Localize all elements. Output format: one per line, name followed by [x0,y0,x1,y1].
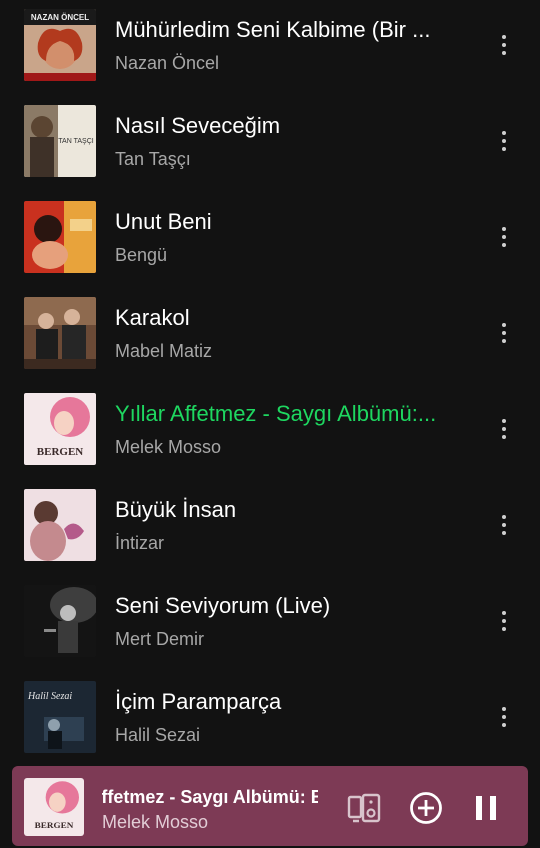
devices-icon[interactable] [346,788,386,828]
track-title: Unut Beni [115,209,212,234]
album-cover [24,201,96,273]
more-options-icon[interactable] [488,600,520,642]
track-artist: Halil Sezai [115,725,201,745]
more-options-icon[interactable] [488,24,520,66]
more-options-icon[interactable] [488,504,520,546]
pause-icon[interactable] [466,788,506,828]
svg-text:BERGEN: BERGEN [37,446,84,458]
track-artist: Melek Mosso [115,437,222,457]
album-cover [24,585,96,657]
track-row[interactable]: Unut Beni Bengü [0,192,540,288]
album-cover: NAZAN ÖNCEL [24,9,96,81]
track-artist: Nazan Öncel [115,53,220,73]
album-cover: BERGEN [24,393,96,465]
now-playing-cover: BERGEN [24,778,84,836]
more-options-icon[interactable] [488,312,520,354]
album-cover [24,489,96,561]
now-playing-title: Yıllar Affetmez - Saygı Albümü: Bergen [102,787,318,807]
track-title: Yıllar Affetmez - Saygı Albümü:... [115,401,437,426]
more-options-icon[interactable] [488,696,520,738]
more-options-icon[interactable] [488,120,520,162]
track-artist: Mabel Matiz [115,341,213,361]
track-artist: Bengü [115,245,168,265]
svg-text:TAN TAŞÇI: TAN TAŞÇI [58,138,93,145]
more-options-icon[interactable] [488,216,520,258]
track-row[interactable]: TAN TAŞÇI Nasıl Seveceğim Tan Taşçı [0,96,540,192]
track-row[interactable]: NAZAN ÖNCEL Mühürledim Seni Kalbime (Bir… [0,0,540,96]
track-artist: Tan Taşçı [115,149,191,169]
track-title: Karakol [115,305,190,330]
track-title: Büyük İnsan [115,497,237,522]
track-row[interactable]: BERGEN Yıllar Affetmez - Saygı Albümü:..… [0,384,540,480]
more-options-icon[interactable] [488,408,520,450]
album-cover [24,297,96,369]
now-playing-artist: Melek Mosso [102,812,209,832]
track-artist: İntizar [115,533,165,553]
track-row[interactable]: Halil Sezai İçim Paramparça Halil Sezai [0,672,540,768]
track-row[interactable]: Büyük İnsan İntizar [0,480,540,576]
track-title: Seni Seviyorum (Live) [115,593,331,618]
track-title: İçim Paramparça [115,689,282,714]
svg-text:Halil Sezai: Halil Sezai [27,691,72,702]
now-playing-title-marquee: Yıllar Affetmez - Saygı Albümü: Bergen [102,784,318,810]
mini-player[interactable]: BERGEN Yıllar Affetmez - Saygı Albümü: B… [12,766,528,846]
track-row[interactable]: Karakol Mabel Matiz [0,288,540,384]
track-row[interactable]: Seni Seviyorum (Live) Mert Demir [0,576,540,672]
album-cover: Halil Sezai [24,681,96,753]
track-title: Mühürledim Seni Kalbime (Bir ... [115,17,431,42]
track-artist: Mert Demir [115,629,204,649]
svg-text:NAZAN ÖNCEL: NAZAN ÖNCEL [31,13,89,22]
svg-text:BERGEN: BERGEN [35,820,74,830]
add-circle-icon[interactable] [406,788,446,828]
track-title: Nasıl Seveceğim [115,113,281,138]
album-cover: TAN TAŞÇI [24,105,96,177]
